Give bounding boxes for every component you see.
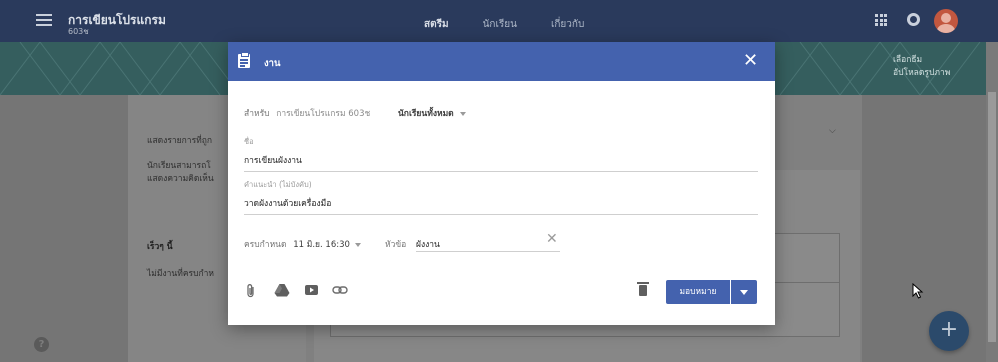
top-app-bar: การเขียนโปรแกรม 603ช สตรีม นักเรียน เกี่… (0, 0, 998, 42)
topic-input[interactable]: ผังงาน (416, 235, 560, 252)
tab-about[interactable]: เกี่ยวกับ (551, 17, 584, 32)
assignment-dialog: งาน ✕ สำหรับ การเขียนโปรแกรม 603ช นักเรี… (228, 42, 775, 325)
tab-stream[interactable]: สตรีม (424, 17, 449, 32)
youtube-icon[interactable] (304, 283, 319, 297)
assign-options-button[interactable] (731, 280, 757, 304)
add-icon[interactable]: + (929, 311, 969, 351)
title-field-label: ชื่อ (244, 137, 254, 146)
drive-icon[interactable] (274, 283, 290, 297)
assignment-icon (238, 52, 250, 68)
assign-button[interactable]: มอบหมาย (666, 280, 730, 304)
chevron-down-icon[interactable]: ⌵ (829, 126, 838, 136)
due-date-selector[interactable]: ครบกำหนด 11 มิ.ย. 16:30 (244, 237, 361, 251)
banner-actions: เลือกธีม อัปโหลดรูปภาพ (893, 54, 950, 80)
help-icon[interactable]: ? (34, 337, 49, 352)
delete-icon[interactable] (637, 282, 649, 296)
clear-icon[interactable]: ✕ (546, 232, 558, 246)
dialog-title: งาน (264, 58, 281, 69)
avatar[interactable] (934, 9, 958, 33)
settings-text: นักเรียนสามารถโ (147, 161, 211, 171)
topic-value: ผังงาน (416, 240, 440, 250)
students-select-label: นักเรียนทั้งหมด (398, 109, 454, 119)
scrollbar-thumb[interactable] (988, 92, 996, 342)
class-selector[interactable]: การเขียนโปรแกรม 603ช (276, 109, 370, 119)
due-label: ครบกำหนด (244, 240, 287, 250)
select-theme-link[interactable]: เลือกธีม (893, 54, 950, 67)
students-selector[interactable]: นักเรียนทั้งหมด (398, 106, 466, 120)
page-scrollbar[interactable] (986, 42, 998, 362)
attach-icon[interactable] (246, 283, 256, 299)
title-input[interactable]: การเขียนผังงาน (244, 153, 758, 172)
notifications-icon[interactable] (907, 13, 920, 26)
for-row: สำหรับ การเขียนโปรแกรม 603ช (244, 106, 370, 120)
dialog-header: งาน ✕ (228, 42, 775, 81)
due-value: 11 มิ.ย. 16:30 (293, 240, 350, 250)
for-label: สำหรับ (244, 109, 270, 119)
upcoming-empty-text: ไม่มีงานที่ครบกำห (147, 269, 214, 279)
apps-icon[interactable] (875, 14, 887, 26)
caret-down-icon (459, 111, 466, 116)
upcoming-title: เร็วๆ นี้ (147, 242, 173, 252)
tab-students[interactable]: นักเรียน (483, 17, 517, 32)
title-field[interactable]: ชื่อ การเขียนผังงาน (244, 136, 758, 172)
instructions-field[interactable]: คำแนะนำ (ไม่บังคับ) วาดผังงานด้วยเครื่อง… (244, 179, 758, 215)
settings-text: แสดงความคิดเห็น (147, 174, 214, 184)
link-icon[interactable] (332, 283, 348, 297)
settings-text: แสดงรายการที่ถูก (147, 136, 213, 146)
topic-label: หัวข้อ (385, 240, 407, 250)
mouse-cursor (912, 283, 924, 299)
close-icon[interactable]: ✕ (743, 51, 758, 71)
caret-down-icon (354, 242, 361, 247)
class-tabs: สตรีม นักเรียน เกี่ยวกับ (424, 17, 584, 32)
class-section: 603ช (68, 27, 89, 36)
menu-icon[interactable] (36, 14, 52, 26)
instructions-input[interactable]: วาดผังงานด้วยเครื่องมือ (244, 196, 758, 215)
upload-photo-link[interactable]: อัปโหลดรูปภาพ (893, 67, 950, 80)
instructions-field-label: คำแนะนำ (ไม่บังคับ) (244, 180, 312, 189)
